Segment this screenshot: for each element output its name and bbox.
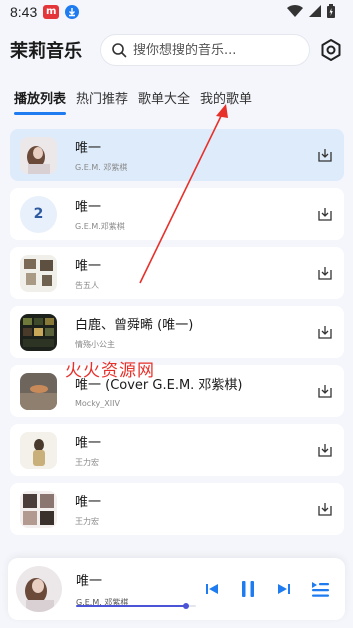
song-row[interactable]: 唯一 G.E.M. 邓紫棋 <box>10 129 344 181</box>
search-icon <box>112 43 127 58</box>
song-title: 唯一 <box>75 495 102 510</box>
song-list: 唯一 G.E.M. 邓紫棋 2 唯一 G.E.M.邓紫棋 唯一 告五人 白鹿、曾… <box>10 129 344 542</box>
song-artist: 王力宏 <box>75 517 99 526</box>
song-row[interactable]: 白鹿、曾舜晞 (唯一) 情殇小公主 <box>10 306 344 358</box>
search-box[interactable] <box>100 34 310 66</box>
watermark-text: 火火资源网 <box>65 361 155 381</box>
settings-icon[interactable] <box>319 38 343 62</box>
download-icon[interactable] <box>316 382 334 400</box>
song-artist: G.E.M.邓紫棋 <box>75 222 125 231</box>
song-artist: 王力宏 <box>75 458 99 467</box>
song-title: 唯一 <box>75 436 102 451</box>
song-number-badge: 2 <box>20 195 57 233</box>
progress-bar[interactable] <box>76 603 196 609</box>
download-notification-icon <box>65 5 80 19</box>
song-artist: Mocky_XIIV <box>75 399 120 408</box>
app-header: 茉莉音乐 <box>0 30 353 70</box>
tab-hot-recommend[interactable]: 热门推荐 <box>76 88 128 113</box>
signal-icon <box>309 5 321 17</box>
mini-player[interactable]: 唯一 G.E.M. 邓紫棋 <box>8 558 345 620</box>
song-cover-image <box>20 490 57 528</box>
skip-next-icon[interactable] <box>273 578 295 600</box>
song-row[interactable]: 唯一 王力宏 <box>10 424 344 476</box>
song-artist: 情殇小公主 <box>75 340 115 349</box>
song-title: 唯一 <box>75 200 102 215</box>
song-row[interactable]: 唯一 王力宏 <box>10 483 344 535</box>
download-icon[interactable] <box>316 264 334 282</box>
playlist-icon[interactable] <box>309 578 331 600</box>
app-notification-icon: m <box>43 5 60 19</box>
status-indicators <box>287 4 335 18</box>
download-icon[interactable] <box>316 146 334 164</box>
download-icon[interactable] <box>316 500 334 518</box>
download-icon[interactable] <box>316 441 334 459</box>
song-row[interactable]: 唯一 告五人 <box>10 247 344 299</box>
tab-playlist[interactable]: 播放列表 <box>14 88 67 115</box>
app-title: 茉莉音乐 <box>10 41 82 62</box>
status-bar: 8:43 m <box>0 0 353 24</box>
tab-playlist-collection[interactable]: 歌单大全 <box>138 88 190 113</box>
pause-icon[interactable] <box>237 578 259 600</box>
tab-bar: 播放列表 热门推荐 歌单大全 我的歌单 <box>14 88 252 115</box>
battery-icon <box>327 4 335 18</box>
song-cover-image <box>20 313 57 351</box>
skip-previous-icon[interactable] <box>201 578 223 600</box>
song-title: 白鹿、曾舜晞 (唯一) <box>75 318 194 333</box>
progress-fill <box>76 605 187 607</box>
song-artist: G.E.M. 邓紫棋 <box>75 163 128 172</box>
song-artist: 告五人 <box>75 281 99 290</box>
song-row[interactable]: 唯一 (Cover G.E.M. 邓紫棋) Mocky_XIIV <box>10 365 344 417</box>
wifi-icon <box>287 4 303 18</box>
download-icon[interactable] <box>316 323 334 341</box>
download-icon[interactable] <box>316 205 334 223</box>
song-cover-image <box>20 372 57 410</box>
progress-knob[interactable] <box>183 603 190 609</box>
player-cover-image[interactable] <box>16 566 62 612</box>
song-cover-image <box>20 431 57 469</box>
song-cover-image <box>20 254 57 292</box>
song-cover-image <box>20 136 57 174</box>
song-title: 唯一 <box>75 141 102 156</box>
song-row[interactable]: 2 唯一 G.E.M.邓紫棋 <box>10 188 344 240</box>
search-input[interactable] <box>133 42 293 58</box>
song-title: 唯一 <box>75 259 102 274</box>
tab-my-playlists[interactable]: 我的歌单 <box>200 88 252 113</box>
status-time: 8:43 <box>10 4 38 20</box>
player-song-title: 唯一 <box>76 574 103 589</box>
